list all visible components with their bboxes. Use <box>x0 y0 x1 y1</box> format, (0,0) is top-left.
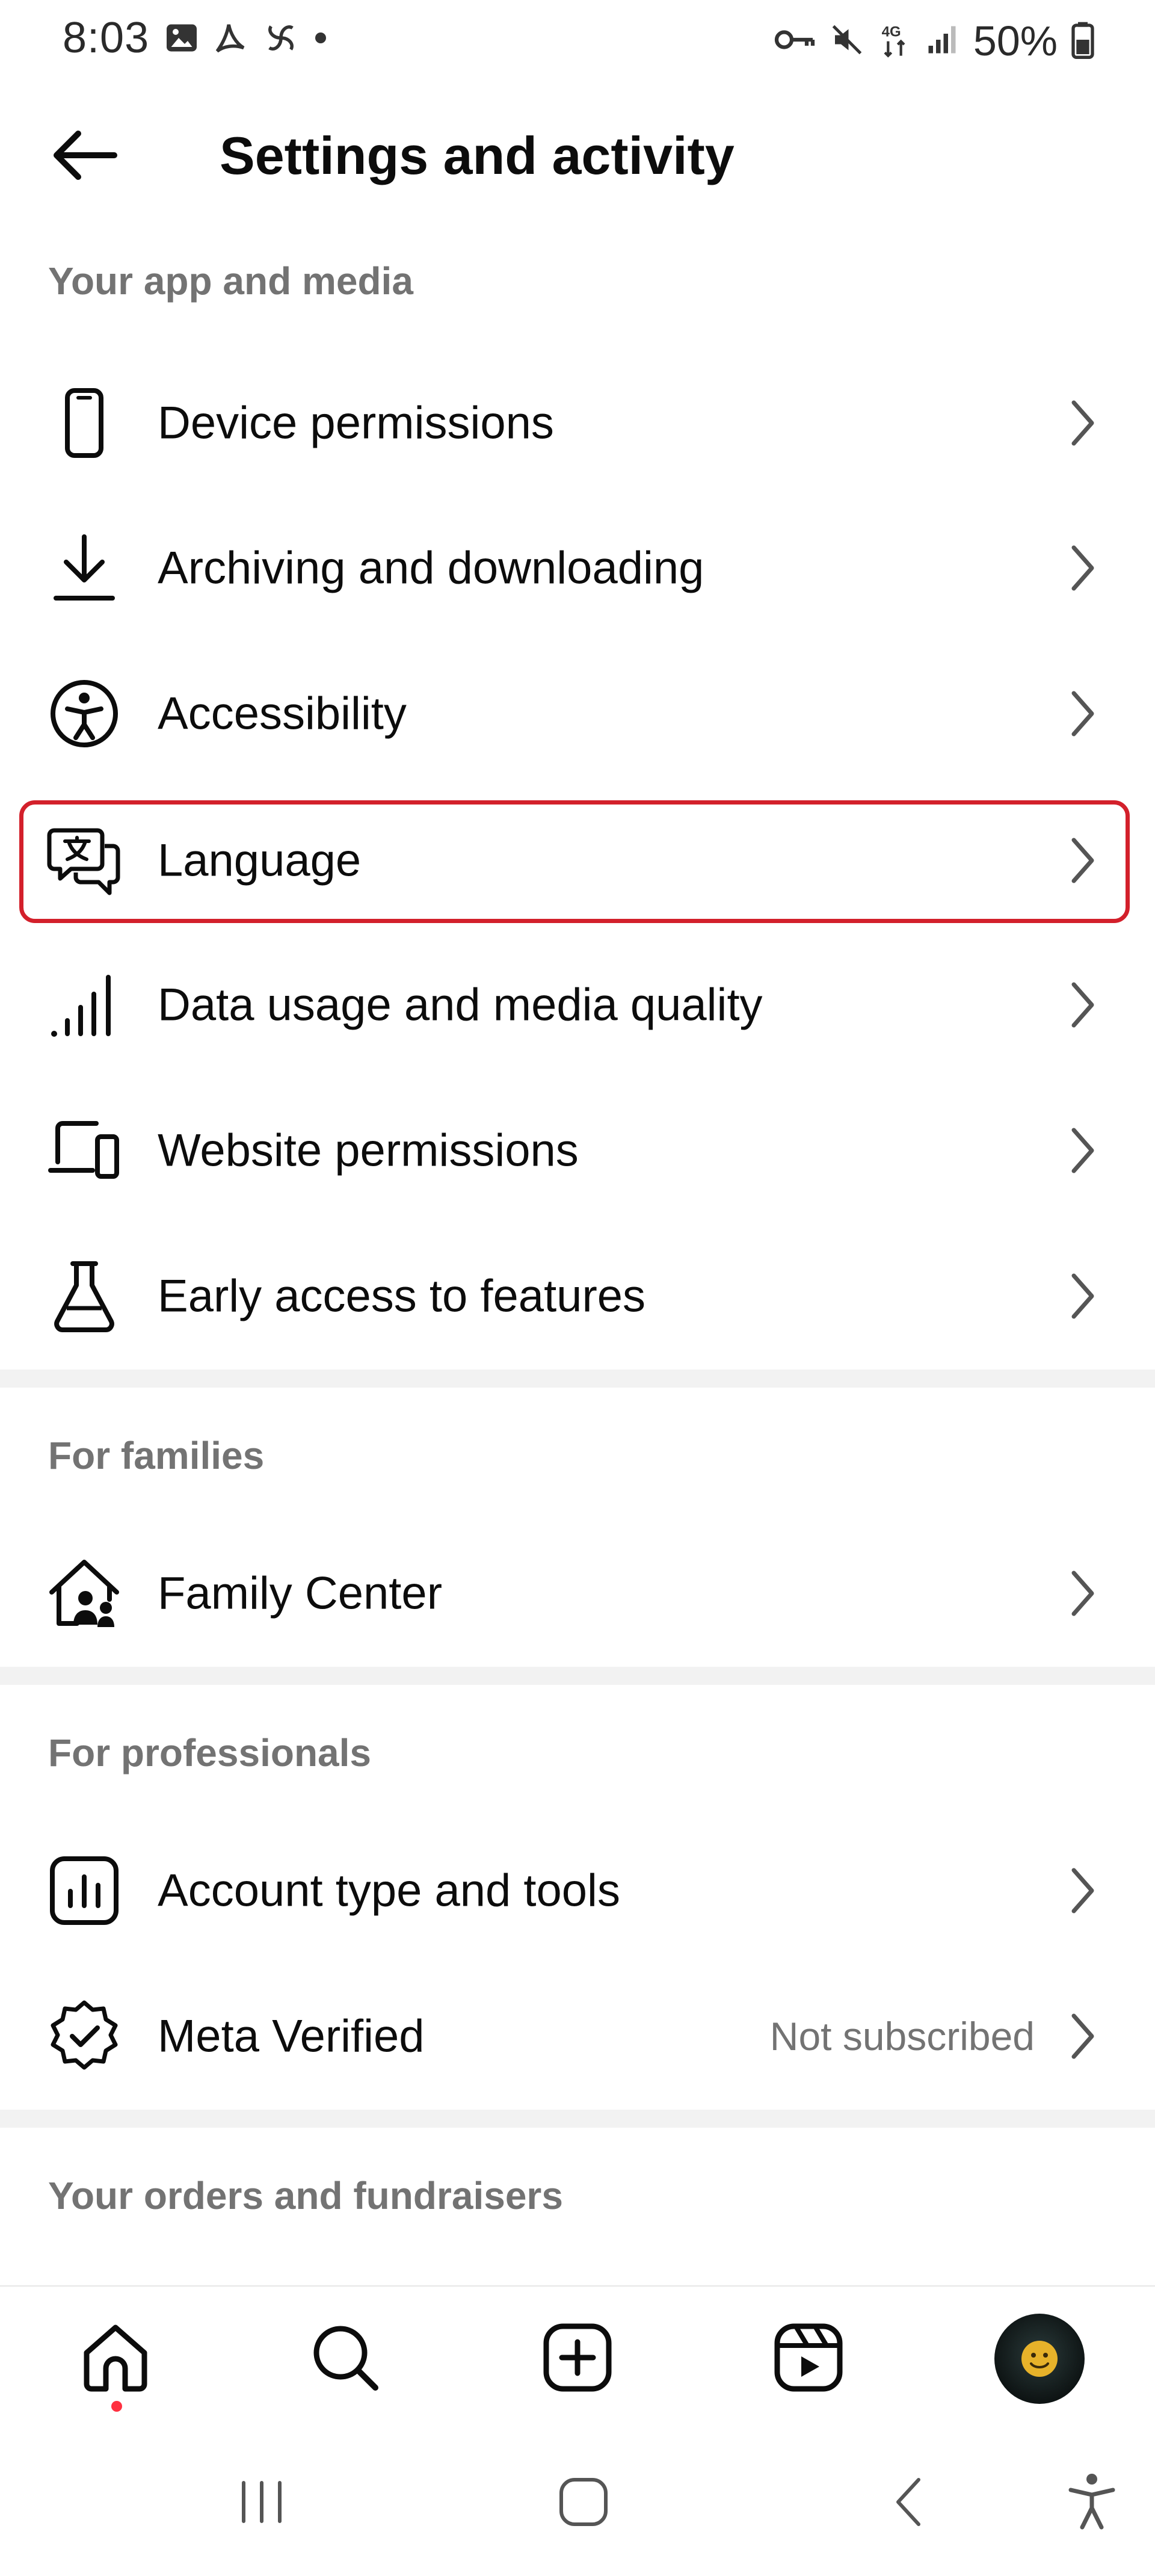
menu-item-data-usage[interactable]: Data usage and media quality <box>0 933 1155 1077</box>
section-title-professionals: For professionals <box>48 1731 371 1774</box>
nav-search-button[interactable] <box>297 2311 393 2407</box>
chevron-right-icon <box>1065 541 1101 595</box>
chevron-right-icon <box>1065 833 1101 888</box>
notification-dot <box>111 2401 122 2412</box>
section-divider <box>0 2110 1155 2128</box>
nav-profile-button[interactable] <box>991 2311 1088 2407</box>
mute-icon <box>829 22 865 61</box>
svg-text:4G: 4G <box>882 23 901 40</box>
menu-item-label: Website permissions <box>158 1125 579 1176</box>
gallery-icon <box>164 20 200 59</box>
chevron-right-icon <box>1065 1864 1101 1918</box>
menu-item-early-access[interactable]: Early access to features <box>0 1224 1155 1368</box>
signal-bars-icon <box>42 963 126 1047</box>
menu-item-label: Language <box>158 835 362 886</box>
header: Settings and activity <box>0 96 1155 217</box>
accessibility-shortcut-icon <box>1065 2472 1119 2535</box>
system-navigation-bar <box>0 2431 1155 2576</box>
back-system-button[interactable] <box>860 2461 956 2545</box>
download-icon <box>42 526 126 610</box>
section-title-app-media: Your app and media <box>48 259 413 303</box>
nav-create-button[interactable] <box>529 2311 626 2407</box>
status-notification-icons <box>164 18 330 61</box>
menu-item-label: Accessibility <box>158 688 407 740</box>
back-icon <box>887 2475 929 2532</box>
menu-item-meta-verified[interactable]: Meta Verified Not subscribed <box>0 1964 1155 2108</box>
home-system-button[interactable] <box>535 2461 632 2545</box>
menu-item-language[interactable]: Language <box>0 788 1155 933</box>
back-arrow-icon <box>48 128 120 185</box>
menu-item-label: Account type and tools <box>158 1865 620 1917</box>
menu-item-family-center[interactable]: Family Center <box>0 1521 1155 1666</box>
battery-icon <box>1071 20 1095 62</box>
chevron-right-icon <box>1065 978 1101 1032</box>
page-title: Settings and activity <box>220 126 735 185</box>
flask-icon <box>42 1254 126 1338</box>
menu-item-label: Data usage and media quality <box>158 979 763 1031</box>
chevron-right-icon <box>1065 2009 1101 2063</box>
menu-item-accessibility[interactable]: Accessibility <box>0 641 1155 786</box>
family-home-icon <box>42 1551 126 1635</box>
status-time: 8:03 <box>63 14 150 62</box>
section-title-orders-fundraisers: Your orders and fundraisers <box>48 2174 563 2217</box>
create-icon <box>541 2321 614 2397</box>
section-title-families: For families <box>48 1434 265 1477</box>
bar-chart-icon <box>42 1849 126 1933</box>
phone-icon <box>42 381 126 465</box>
nav-home-button[interactable] <box>67 2311 164 2407</box>
accessibility-icon <box>42 672 126 756</box>
section-divider <box>0 1370 1155 1388</box>
verified-badge-icon <box>42 1994 126 2078</box>
battery-percent: 50% <box>973 17 1058 64</box>
chevron-right-icon <box>1065 1123 1101 1178</box>
menu-item-website-permissions[interactable]: Website permissions <box>0 1078 1155 1223</box>
chevron-right-icon <box>1065 687 1101 741</box>
recents-icon <box>235 2478 289 2529</box>
subscription-status: Not subscribed <box>769 2014 1035 2059</box>
acrobat-icon <box>211 18 250 61</box>
reels-icon <box>772 2321 845 2397</box>
status-system-icons: 4G 50% <box>774 17 1095 65</box>
vpn-key-icon <box>774 25 816 58</box>
menu-item-archiving-downloading[interactable]: Archiving and downloading <box>0 496 1155 640</box>
menu-item-label: Archiving and downloading <box>158 542 704 594</box>
signal-icon <box>924 22 960 61</box>
menu-item-label: Early access to features <box>158 1270 646 1322</box>
home-icon <box>79 2321 152 2397</box>
chevron-right-icon <box>1065 1269 1101 1323</box>
menu-item-label: Meta Verified <box>158 2010 425 2062</box>
accessibility-shortcut-button[interactable] <box>1044 2461 1140 2545</box>
chevron-right-icon <box>1065 396 1101 450</box>
dot-icon <box>312 29 330 50</box>
home-button-icon <box>556 2475 611 2532</box>
recents-button[interactable] <box>214 2461 310 2545</box>
nav-reels-button[interactable] <box>760 2311 857 2407</box>
section-divider <box>0 1667 1155 1685</box>
chevron-right-icon <box>1065 1566 1101 1620</box>
language-icon <box>42 818 126 903</box>
menu-item-device-permissions[interactable]: Device permissions <box>0 351 1155 495</box>
pinwheel-icon <box>261 18 301 61</box>
menu-item-label: Family Center <box>158 1568 442 1619</box>
laptop-phone-icon <box>42 1108 126 1193</box>
back-button[interactable] <box>42 120 126 193</box>
menu-item-label: Device permissions <box>158 397 554 449</box>
menu-item-account-type-tools[interactable]: Account type and tools <box>0 1818 1155 1963</box>
profile-avatar <box>994 2314 1085 2404</box>
bottom-navigation <box>0 2287 1155 2431</box>
search-icon <box>309 2321 381 2397</box>
status-bar: 8:03 4G 50% <box>0 0 1155 78</box>
network-4g-icon: 4G <box>878 20 911 62</box>
